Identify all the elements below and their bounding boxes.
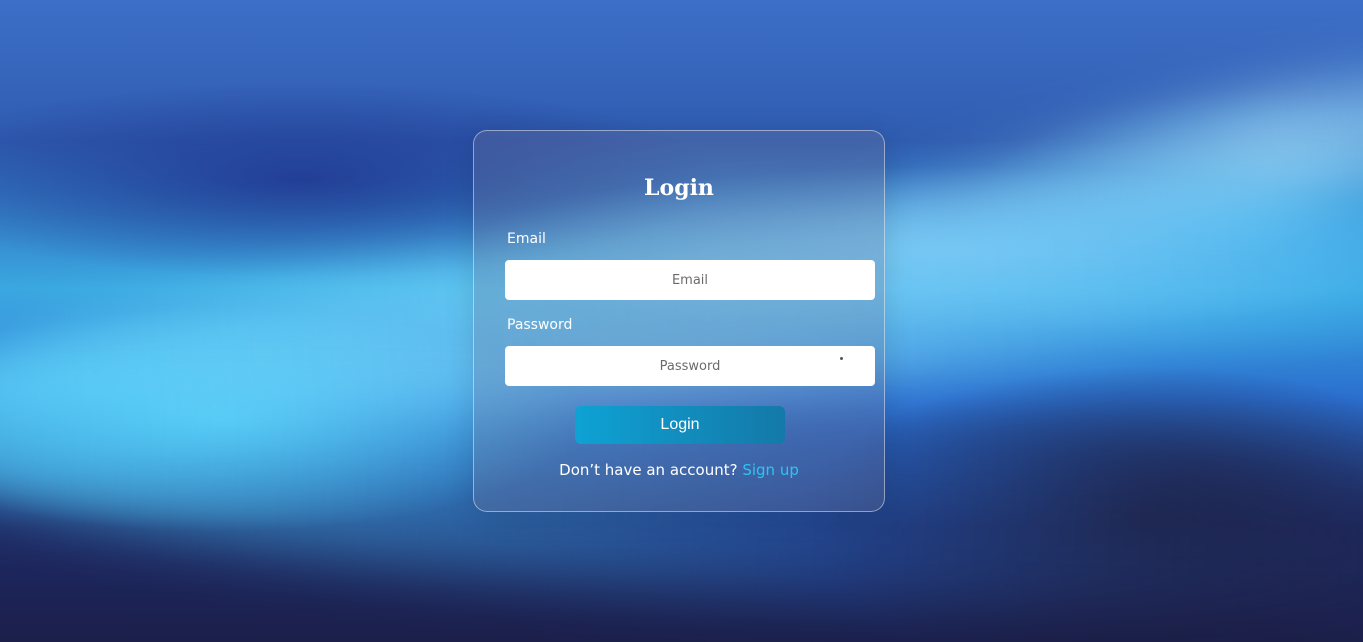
- signup-prompt: Don’t have an account?: [559, 461, 743, 479]
- signup-row: Don’t have an account? Sign up: [474, 461, 884, 479]
- email-input[interactable]: [505, 260, 875, 300]
- password-label: Password: [507, 317, 573, 333]
- email-label: Email: [507, 231, 546, 247]
- signup-link[interactable]: Sign up: [742, 461, 799, 479]
- login-title: Login: [644, 175, 714, 201]
- login-button[interactable]: Login: [575, 406, 785, 444]
- password-input[interactable]: [505, 346, 875, 386]
- password-toggle-icon[interactable]: [840, 357, 843, 360]
- login-card: Login Email Password Login Don’t have an…: [473, 130, 885, 512]
